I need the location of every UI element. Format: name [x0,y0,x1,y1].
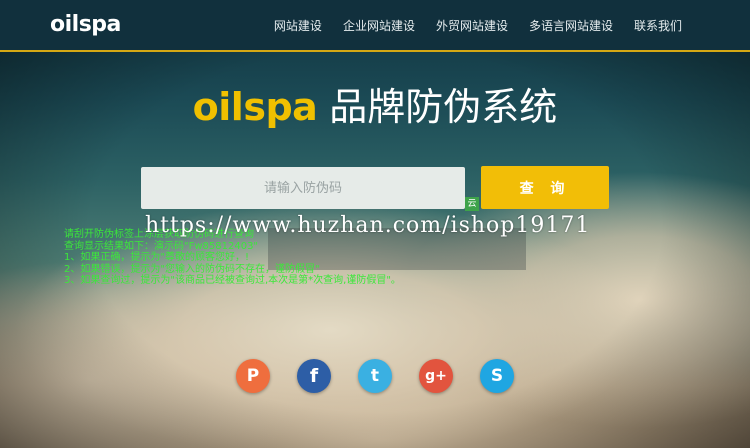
facebook-button[interactable]: f [297,359,331,393]
google-plus-button[interactable]: g+ [419,359,453,393]
nav-link-website[interactable]: 网站建设 [274,17,322,34]
nav-link-contact[interactable]: 联系我们 [634,17,682,34]
navbar-logo[interactable]: oilspa [50,12,121,37]
nav-link-foreign-trade[interactable]: 外贸网站建设 [436,17,508,34]
google-plus-icon: g+ [425,368,447,384]
facebook-icon: f [309,365,319,387]
main-nav: 网站建设 企业网站建设 外贸网站建设 多语言网站建设 联系我们 [274,17,682,34]
skype-button[interactable]: S [480,359,514,393]
pinterest-button[interactable]: P [236,359,270,393]
top-navbar: oilspa 网站建设 企业网站建设 外贸网站建设 多语言网站建设 联系我们 [0,0,750,52]
query-button[interactable]: 查 询 [481,166,609,209]
instruction-line: 查询显示结果如下：演示码"Fw85812403" [64,240,259,252]
twitter-button[interactable]: t [358,359,392,393]
anticounterfeit-code-input[interactable] [141,167,465,209]
hero-subtitle: 品牌防伪系统 [329,85,558,129]
instruction-line: 3、如果查询过，提示为"该商品已经被查询过,本次是第*次查询,谨防假冒"。 [64,275,401,286]
nav-link-enterprise[interactable]: 企业网站建设 [343,17,415,34]
hero-brand: oilspa [192,85,318,129]
instruction-line: 1、如果正确，提示为"尊敬的顾客您好，! [64,252,249,263]
instruction-line: 2、如果错误，提示为"您输入的防伪码不存在，谨防假冒" [64,263,320,275]
small-badge: 云 [465,197,479,211]
hero-title: oilspa 品牌防伪系统 [0,76,750,131]
nav-link-multilingual[interactable]: 多语言网站建设 [529,17,613,34]
twitter-icon: t [370,366,380,386]
pinterest-icon: P [246,366,260,386]
skype-icon: S [490,366,504,386]
watermark-url: https://www.huzhan.com/ishop19171 [145,213,591,238]
